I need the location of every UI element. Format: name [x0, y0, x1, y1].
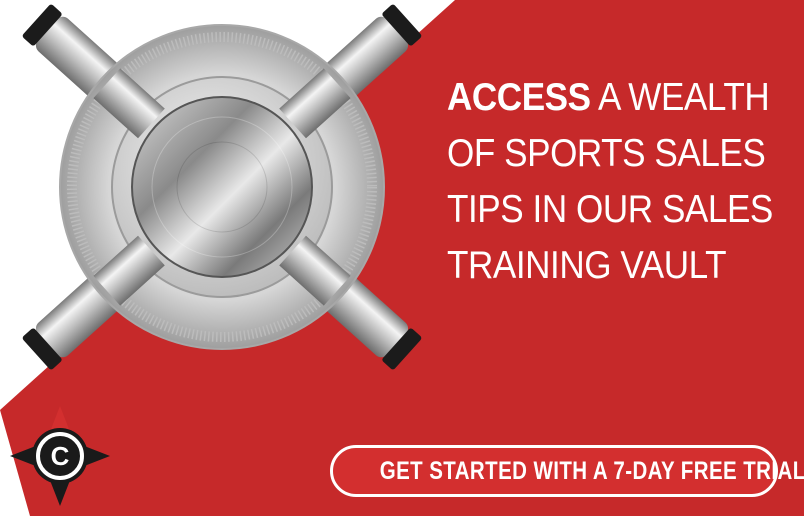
logo-letter: C — [51, 441, 70, 471]
headline: ACCESS A WEALTH OF SPORTS SALES TIPS IN … — [447, 70, 773, 294]
headline-line-2: OF SPORTS SALES — [447, 132, 766, 175]
headline-line-1: ACCESS A WEALTH — [447, 70, 770, 126]
vault-dial — [59, 24, 385, 350]
headline-line-3: TIPS IN OUR SALES — [447, 188, 773, 231]
compass-logo-icon: C — [10, 406, 110, 506]
headline-line-1-rest: A WEALTH — [597, 76, 770, 119]
headline-emphasis: ACCESS — [447, 76, 591, 119]
headline-line-4: TRAINING VAULT — [447, 244, 727, 287]
free-trial-button[interactable]: GET STARTED WITH A 7-DAY FREE TRIAL — [330, 445, 804, 497]
promo-banner: ACCESS A WEALTH OF SPORTS SALES TIPS IN … — [0, 0, 804, 516]
free-trial-button-label: GET STARTED WITH A 7-DAY FREE TRIAL — [379, 457, 804, 485]
